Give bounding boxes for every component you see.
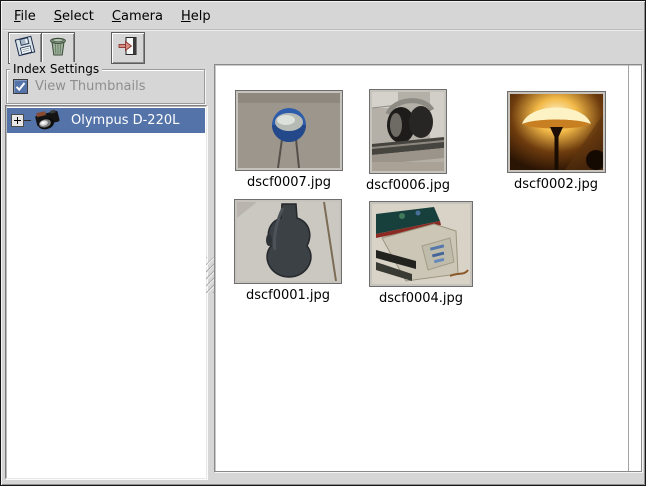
thumbnail-label: dscf0001.jpg (228, 288, 348, 303)
thumbnail-label: dscf0006.jpg (348, 178, 468, 193)
scrollbar-trough[interactable] (628, 65, 629, 471)
thumbnail-image-component[interactable] (236, 91, 342, 170)
thumbnail-item[interactable]: dscf0001.jpg (228, 200, 348, 303)
menu-camera[interactable]: Camera (106, 6, 169, 27)
checkbox-label: View Thumbnails (35, 79, 146, 94)
checkbox-checked-icon[interactable] (13, 79, 28, 94)
thumbnail-item[interactable]: dscf0002.jpg (496, 92, 616, 192)
menubar: File Select Camera Help (3, 3, 643, 30)
thumbnail-image-lamp[interactable] (508, 92, 605, 172)
thumbnail-panel[interactable]: dscf0007.jpg dscf00 (214, 64, 642, 472)
exit-door-icon (116, 34, 140, 62)
app-window: File Select Camera Help (0, 0, 646, 486)
thumbnail-image-guitar-case[interactable] (235, 200, 341, 283)
menu-select[interactable]: Select (48, 6, 100, 27)
menu-help[interactable]: Help (175, 6, 217, 27)
thumbnail-item[interactable]: dscf0007.jpg (229, 91, 349, 190)
thumbnail-image-headphones[interactable] (370, 90, 446, 173)
thumbnail-item[interactable]: dscf0004.jpg (361, 202, 481, 306)
pane-splitter[interactable] (206, 105, 214, 477)
thumbnail-label: dscf0007.jpg (229, 175, 349, 190)
camera-icon (33, 107, 63, 135)
thumbnail-item[interactable]: dscf0006.jpg (348, 90, 468, 193)
delete-button[interactable] (41, 32, 75, 64)
exit-button[interactable] (111, 32, 145, 64)
floppy-disk-icon (13, 34, 37, 62)
tree-item-olympus[interactable]: Olympus D-220L (7, 108, 205, 133)
expander-plus-icon[interactable] (11, 114, 24, 127)
tree-connector (24, 120, 31, 121)
thumbnail-image-printer[interactable] (370, 202, 472, 286)
tree-item-label: Olympus D-220L (71, 113, 179, 128)
index-settings-frame: Index Settings View Thumbnails (6, 69, 205, 104)
view-thumbnails-checkbox[interactable]: View Thumbnails (13, 79, 146, 94)
splitter-grip-icon[interactable] (206, 257, 214, 293)
thumbnail-label: dscf0004.jpg (361, 291, 481, 306)
thumbnail-label: dscf0002.jpg (496, 177, 616, 192)
save-button[interactable] (8, 32, 42, 64)
camera-tree-panel[interactable]: Olympus D-220L (5, 105, 207, 479)
menu-file[interactable]: File (8, 6, 42, 27)
frame-title: Index Settings (10, 62, 102, 76)
trash-icon (46, 34, 70, 62)
